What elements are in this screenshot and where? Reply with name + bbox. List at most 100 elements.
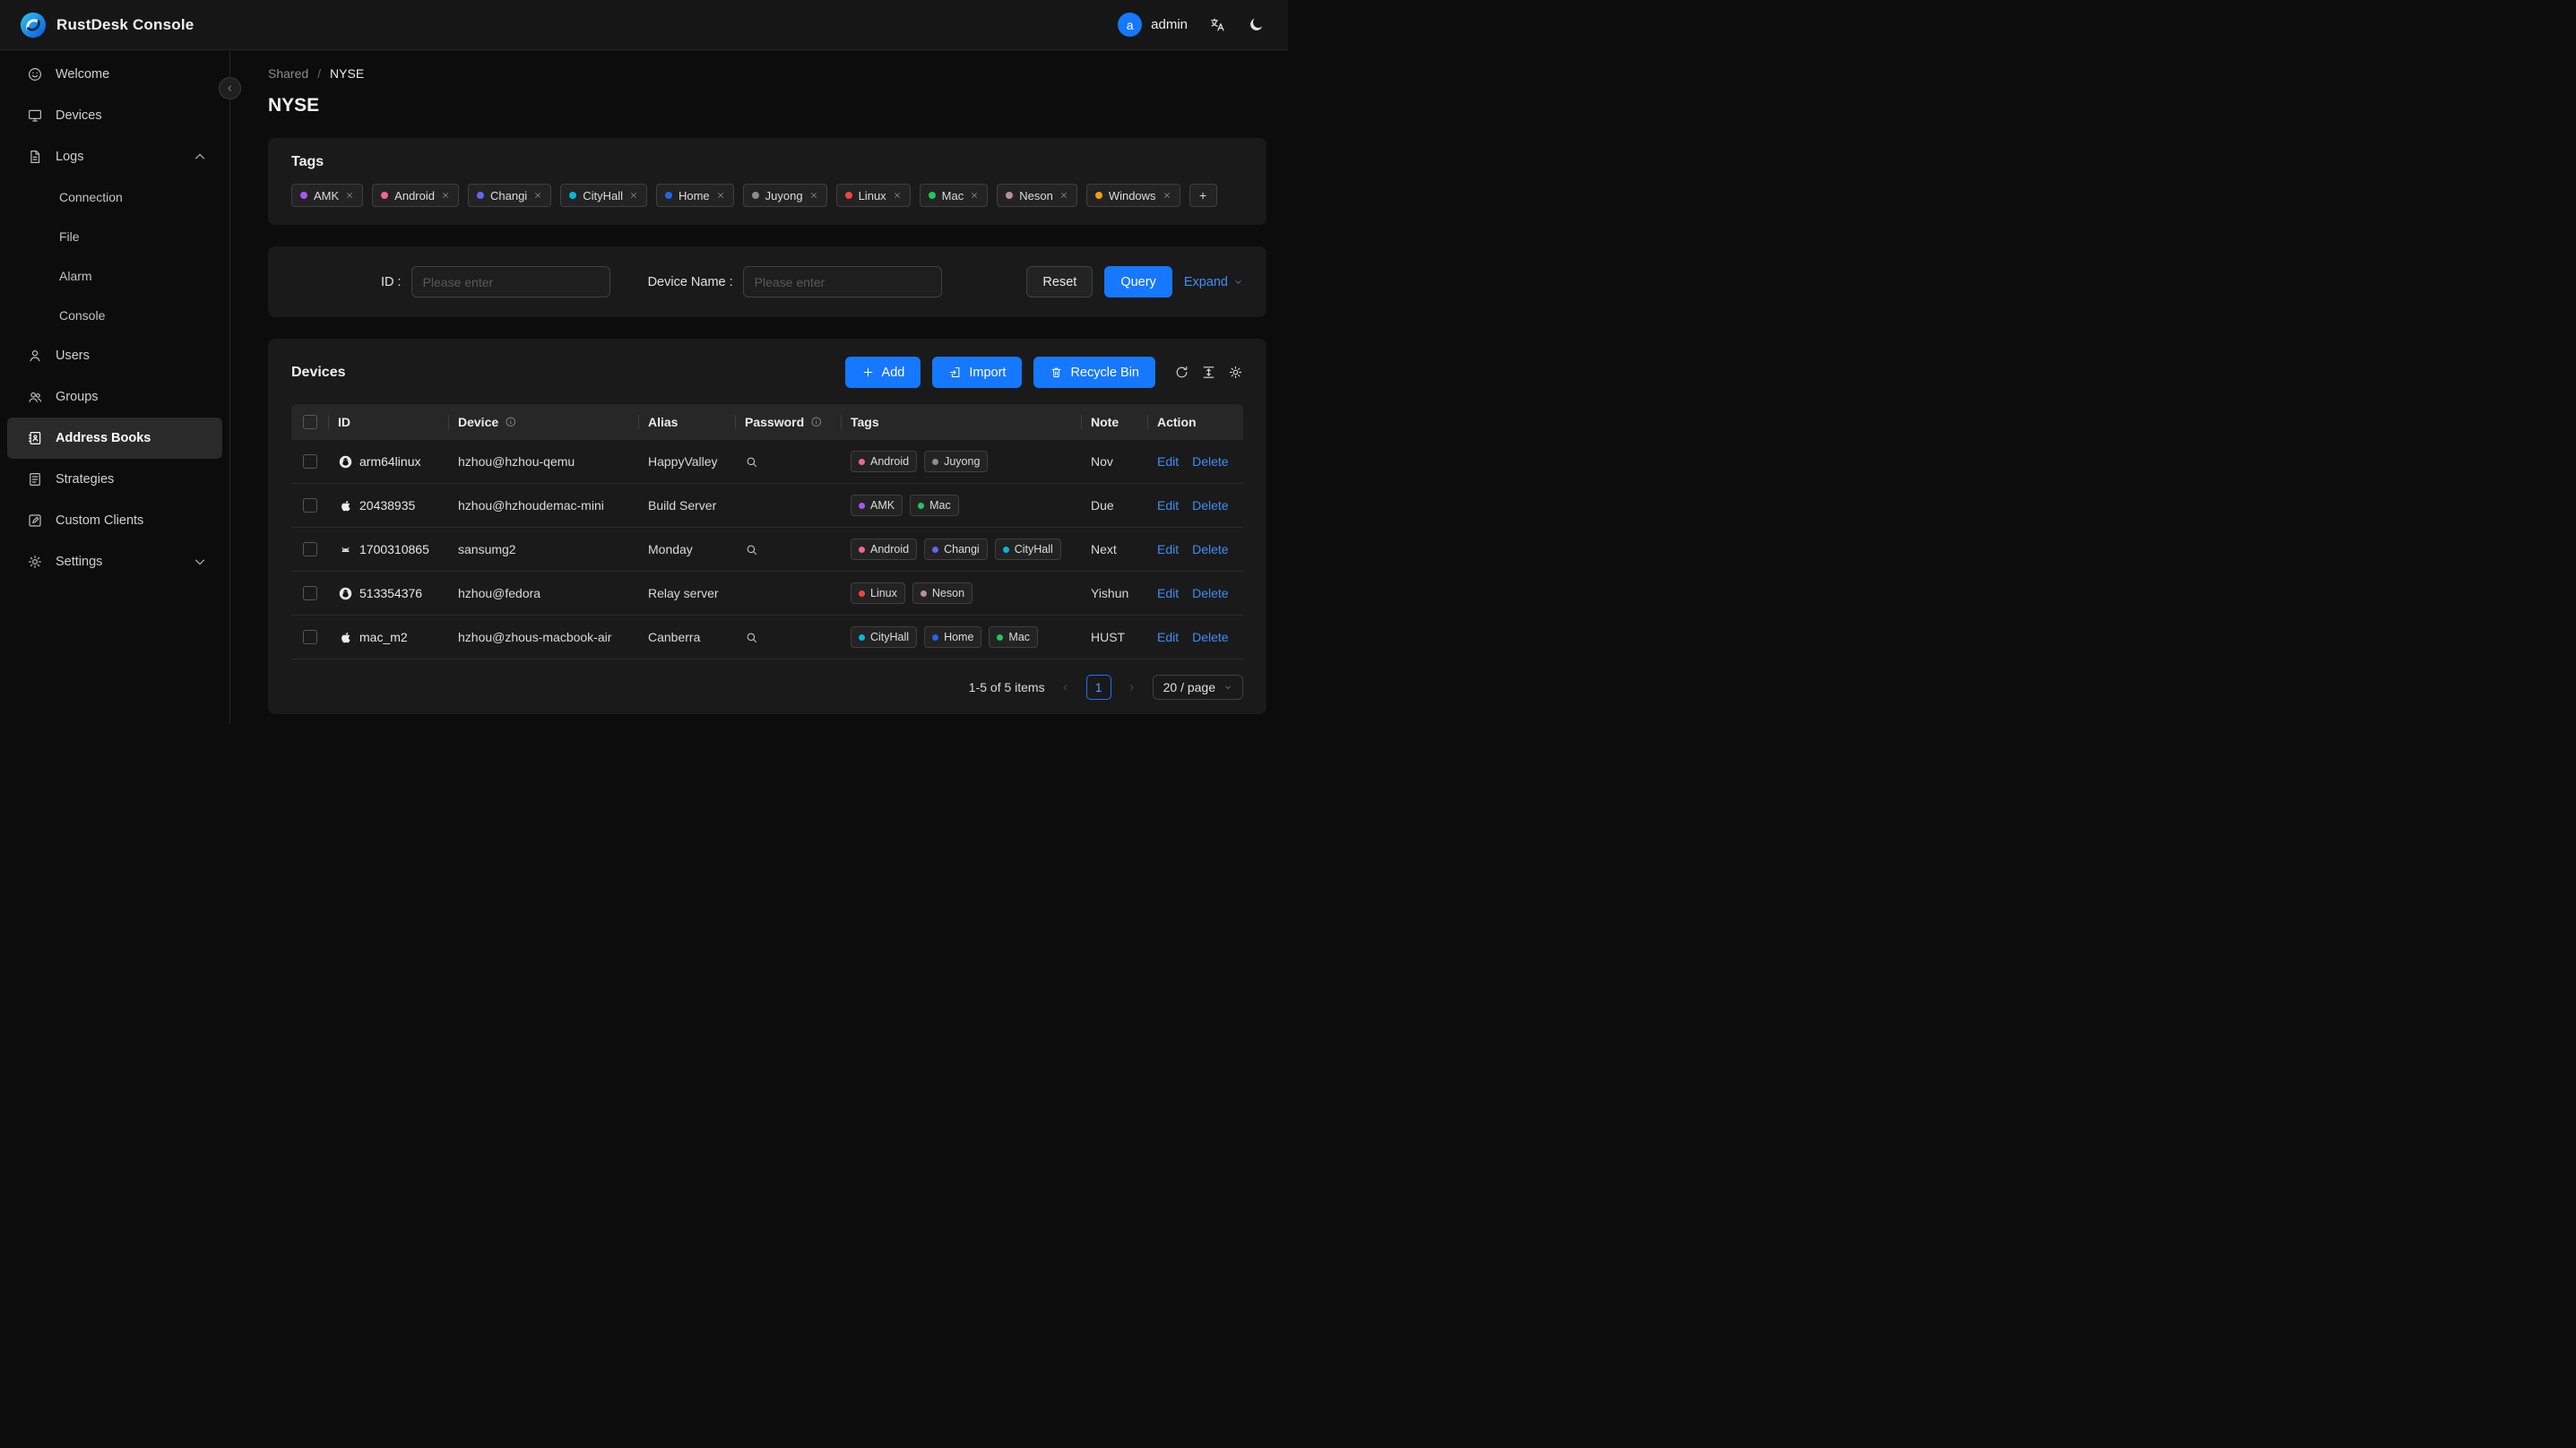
expand-toggle[interactable]: Expand — [1184, 275, 1243, 289]
sidebar-item-groups[interactable]: Groups — [7, 376, 222, 418]
language-icon[interactable] — [1209, 16, 1226, 33]
refresh-icon[interactable] — [1174, 365, 1189, 380]
password-reveal-icon[interactable] — [745, 631, 758, 644]
row-checkbox[interactable] — [303, 498, 317, 513]
sidebar-item-logs[interactable]: Logs — [7, 136, 222, 177]
query-button[interactable]: Query — [1104, 266, 1172, 297]
edit-link[interactable]: Edit — [1157, 586, 1179, 600]
smile-icon — [27, 66, 43, 82]
device-id: 20438935 — [359, 498, 416, 513]
sidebar-subitem-console[interactable]: Console — [7, 296, 222, 335]
sidebar-item-label: Logs — [56, 150, 84, 164]
tag-label: Linux — [858, 188, 886, 203]
column-header-note: Note — [1082, 404, 1148, 440]
tag-color-dot — [476, 192, 484, 199]
edit-link[interactable]: Edit — [1157, 454, 1179, 469]
import-button[interactable]: Import — [932, 357, 1023, 388]
sidebar-item-users[interactable]: Users — [7, 335, 222, 376]
page-size-select[interactable]: 20 / page — [1152, 675, 1243, 700]
sidebar-item-settings[interactable]: Settings — [7, 541, 222, 582]
android-icon — [338, 542, 353, 557]
filter-actions: Reset Query Expand — [1026, 266, 1243, 297]
reset-button[interactable]: Reset — [1026, 266, 1094, 297]
remove-tag-icon[interactable] — [1059, 191, 1068, 200]
remove-tag-icon[interactable] — [809, 191, 818, 200]
header-checkbox-cell — [291, 404, 329, 440]
edit-link[interactable]: Edit — [1157, 498, 1179, 513]
linux-icon — [338, 586, 353, 601]
sidebar-item-custom-clients[interactable]: Custom Clients — [7, 500, 222, 541]
tag-chip-cityhall: CityHall — [851, 626, 918, 648]
import-icon — [948, 366, 962, 379]
device-name-input[interactable] — [742, 266, 942, 297]
device-name: hzhou@zhous-macbook-air — [458, 630, 612, 644]
tag-label: Windows — [1108, 188, 1156, 203]
chevron-up-icon — [192, 149, 208, 165]
add-device-button[interactable]: Add — [844, 357, 921, 388]
edit-link[interactable]: Edit — [1157, 630, 1179, 644]
sidebar-subitem-file[interactable]: File — [7, 217, 222, 256]
tag-chip-android: Android — [851, 451, 918, 472]
remove-tag-icon[interactable] — [345, 191, 354, 200]
sidebar-collapse-button[interactable] — [219, 77, 241, 99]
prev-page-button[interactable] — [1054, 676, 1077, 699]
devices-actions: Add Import Recycle Bin — [844, 357, 1243, 388]
row-height-icon[interactable] — [1201, 365, 1216, 380]
password-reveal-icon[interactable] — [745, 543, 758, 556]
sidebar-item-address-books[interactable]: Address Books — [7, 418, 222, 459]
row-checkbox[interactable] — [303, 586, 317, 600]
user-icon — [27, 348, 43, 364]
tag-label: Mac — [1008, 631, 1031, 643]
recycle-bin-button[interactable]: Recycle Bin — [1033, 357, 1155, 388]
breadcrumb: Shared / NYSE — [268, 66, 1266, 81]
remove-tag-icon[interactable] — [629, 191, 638, 200]
sidebar-subitem-alarm[interactable]: Alarm — [7, 256, 222, 296]
current-page-button[interactable]: 1 — [1085, 675, 1111, 700]
delete-link[interactable]: Delete — [1192, 454, 1228, 469]
remove-tag-icon[interactable] — [893, 191, 902, 200]
tag-label: Android — [394, 188, 435, 203]
tag-chip-amk: AMK — [291, 184, 364, 207]
select-all-checkbox[interactable] — [303, 415, 317, 429]
sidebar-subitem-connection[interactable]: Connection — [7, 177, 222, 217]
add-tag-button[interactable]: + — [1189, 184, 1217, 207]
password-reveal-icon[interactable] — [745, 455, 758, 469]
delete-link[interactable]: Delete — [1192, 542, 1228, 556]
tag-label: Juyong — [765, 188, 803, 203]
remove-tag-icon[interactable] — [1163, 191, 1171, 200]
edit-link[interactable]: Edit — [1157, 542, 1179, 556]
sidebar-item-devices[interactable]: Devices — [7, 95, 222, 136]
user-menu[interactable]: a admin — [1118, 13, 1188, 37]
remove-tag-icon[interactable] — [970, 191, 979, 200]
tag-label: AMK — [870, 499, 895, 512]
table-settings-icon[interactable] — [1228, 365, 1243, 380]
sidebar-item-strategies[interactable]: Strategies — [7, 459, 222, 500]
delete-link[interactable]: Delete — [1192, 498, 1228, 513]
table-row: 513354376 hzhou@fedora Relay server Linux Ne… — [291, 572, 1243, 616]
row-checkbox[interactable] — [303, 630, 317, 644]
custom-clients-icon — [27, 513, 43, 529]
row-checkbox[interactable] — [303, 454, 317, 469]
remove-tag-icon[interactable] — [533, 191, 542, 200]
tag-color-dot — [997, 634, 1004, 641]
sidebar-item-label: Address Books — [56, 431, 151, 445]
tag-label: Linux — [870, 587, 897, 599]
id-input[interactable] — [411, 266, 610, 297]
tag-label: Juyong — [944, 455, 981, 468]
sidebar-item-label: Welcome — [56, 67, 110, 82]
remove-tag-icon[interactable] — [716, 191, 725, 200]
monitor-icon — [27, 108, 43, 124]
delete-link[interactable]: Delete — [1192, 630, 1228, 644]
strategy-icon — [27, 471, 43, 487]
delete-link[interactable]: Delete — [1192, 586, 1228, 600]
breadcrumb-parent[interactable]: Shared — [268, 66, 308, 81]
device-alias: Build Server — [648, 498, 717, 513]
device-note: HUST — [1091, 630, 1126, 644]
remove-tag-icon[interactable] — [441, 191, 450, 200]
sidebar-subitem-label: File — [59, 229, 80, 244]
next-page-button[interactable] — [1120, 676, 1144, 699]
theme-toggle-icon[interactable] — [1248, 16, 1265, 33]
row-checkbox[interactable] — [303, 542, 317, 556]
sidebar-item-welcome[interactable]: Welcome — [7, 54, 222, 95]
column-header-password: Password — [736, 404, 842, 440]
